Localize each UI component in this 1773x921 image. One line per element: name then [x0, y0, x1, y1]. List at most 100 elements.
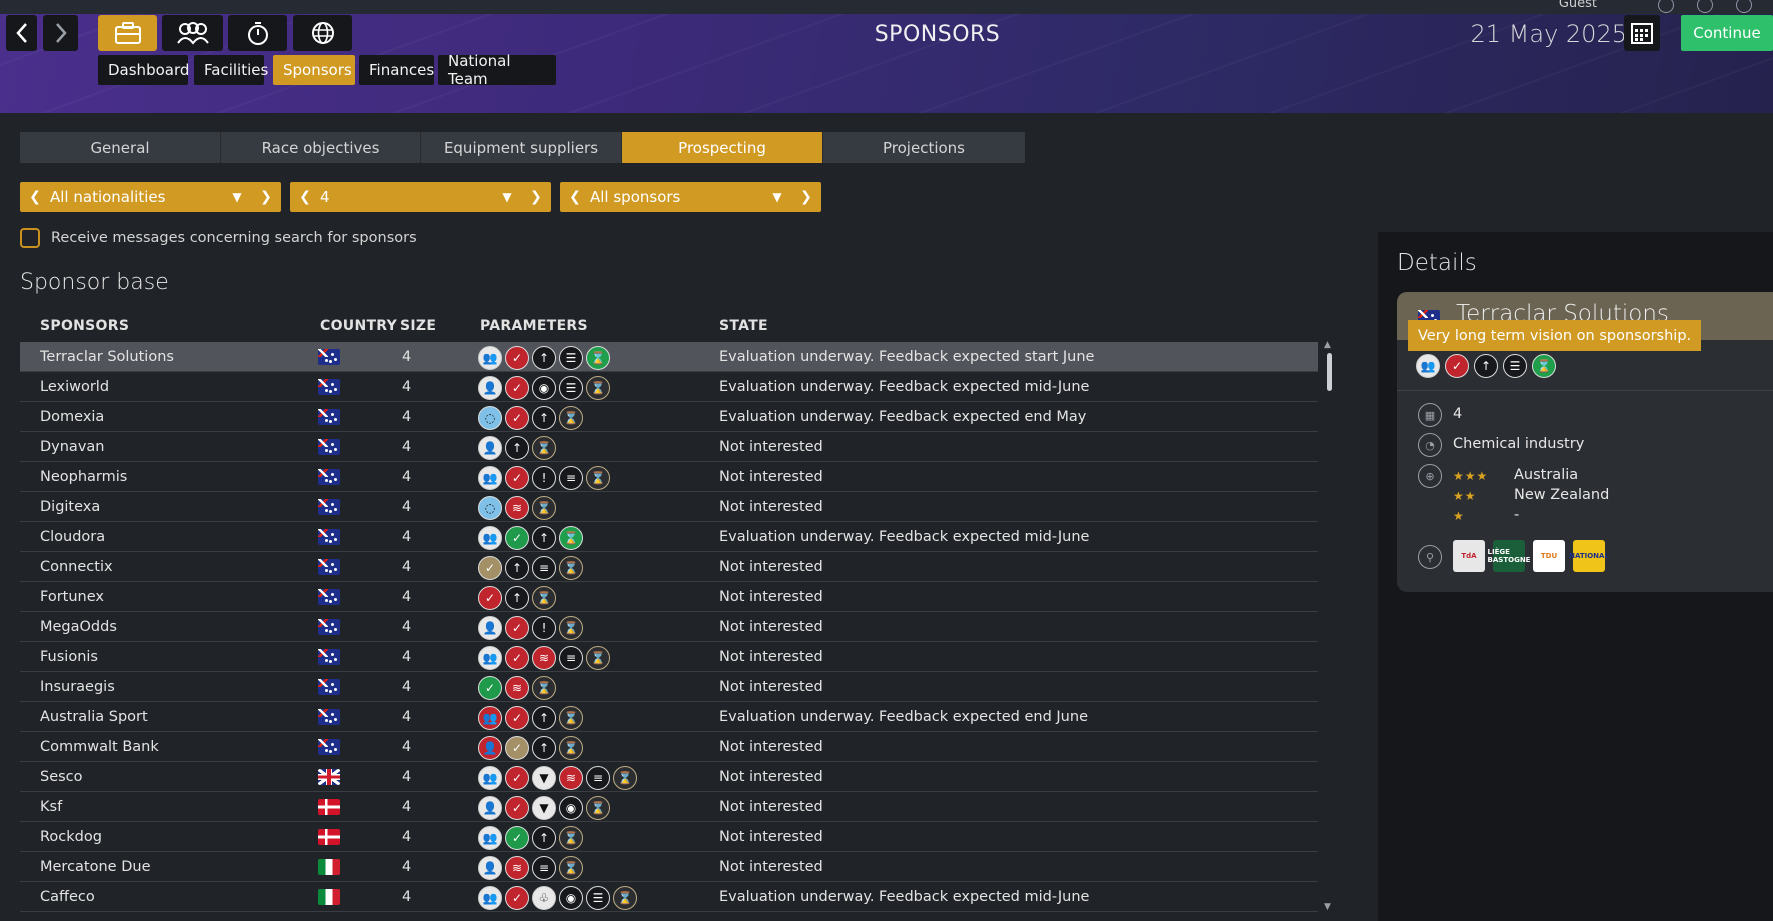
- alert-icon[interactable]: !: [532, 466, 556, 490]
- riders-group-icon[interactable]: 👥: [1416, 354, 1440, 378]
- sponsors-filter[interactable]: ❮ All sponsors ▼ ❯: [560, 182, 821, 212]
- hourglass-icon[interactable]: ⌛: [559, 616, 583, 640]
- table-row[interactable]: Fusionis 4 👥 ✓ ≋ ≡ ⌛ Not interested: [20, 642, 1318, 672]
- chevron-right-icon[interactable]: ❯: [521, 189, 551, 205]
- hourglass-icon[interactable]: ⌛: [613, 886, 637, 910]
- subnav-sponsors[interactable]: Sponsors: [273, 55, 355, 85]
- column-sponsors[interactable]: SPONSORS: [40, 318, 129, 334]
- performance-icon[interactable]: ✓: [505, 736, 529, 760]
- options-icon[interactable]: [1697, 0, 1713, 13]
- alert-icon[interactable]: !: [532, 616, 556, 640]
- ambition-icon[interactable]: ↑: [532, 736, 556, 760]
- performance-icon[interactable]: ✓: [505, 796, 529, 820]
- chevron-down-icon[interactable]: ▼: [493, 190, 521, 204]
- table-row[interactable]: Lexiworld 4 👤 ✓ ◉ ☰ ⌛ Evaluation underway. Feed…: [20, 372, 1318, 402]
- receive-messages-option[interactable]: Receive messages concerning search for s…: [20, 228, 417, 248]
- rider-icon[interactable]: 👤: [478, 376, 502, 400]
- nationality-filter[interactable]: ❮ All nationalities ▼ ❯: [20, 182, 281, 212]
- contract-icon[interactable]: ☰: [1503, 354, 1527, 378]
- ambition-icon[interactable]: ↑: [505, 556, 529, 580]
- hourglass-icon[interactable]: ⌛: [559, 526, 583, 550]
- table-row[interactable]: Rockdog 4 👥 ✓ ↑ ⌛ Not interested: [20, 822, 1318, 852]
- chevron-left-icon[interactable]: ❮: [560, 189, 590, 205]
- tab-race-objectives[interactable]: Race objectives: [221, 132, 421, 163]
- contract-icon[interactable]: ☰: [586, 886, 610, 910]
- ambition-icon[interactable]: ↑: [532, 406, 556, 430]
- hourglass-icon[interactable]: ⌛: [559, 556, 583, 580]
- performance-icon[interactable]: ✓: [505, 886, 529, 910]
- rider-icon[interactable]: 👤: [478, 736, 502, 760]
- ambition-icon[interactable]: ↑: [505, 586, 529, 610]
- table-row[interactable]: MegaOdds 4 👤 ✓! ⌛ Not interested: [20, 612, 1318, 642]
- ambition-icon[interactable]: ↑: [1474, 354, 1498, 378]
- performance-icon[interactable]: ✓: [505, 526, 529, 550]
- rider-icon[interactable]: 👤: [478, 796, 502, 820]
- ambition-icon[interactable]: ↑: [505, 436, 529, 460]
- hourglass-icon[interactable]: ⌛: [532, 496, 556, 520]
- speed-icon[interactable]: ≋: [505, 856, 529, 880]
- guest-label[interactable]: Guest: [1559, 0, 1597, 11]
- jersey-icon[interactable]: ▼: [532, 766, 556, 790]
- document-icon[interactable]: ≡: [586, 766, 610, 790]
- riders-group-icon[interactable]: 👥: [478, 706, 502, 730]
- size-filter[interactable]: ❮ 4 ▼ ❯: [290, 182, 551, 212]
- hourglass-icon[interactable]: ⌛: [586, 466, 610, 490]
- ambition-icon[interactable]: ↑: [532, 346, 556, 370]
- subnav-facilities[interactable]: Facilities: [194, 55, 268, 85]
- tab-general[interactable]: General: [20, 132, 221, 163]
- riders-group-icon[interactable]: 👥: [478, 766, 502, 790]
- table-row[interactable]: Cloudora 4 👥 ✓ ↑ ⌛ Evaluation underway. Feedba…: [20, 522, 1318, 552]
- endurance-icon[interactable]: ♧: [532, 886, 556, 910]
- chevron-left-icon[interactable]: ❮: [20, 189, 50, 205]
- momentum-icon[interactable]: ◉: [559, 886, 583, 910]
- performance-icon[interactable]: ✓: [505, 406, 529, 430]
- table-row[interactable]: Ksf 4 👤 ✓ ▼ ◉ ⌛ Not interested: [20, 792, 1318, 822]
- performance-icon[interactable]: ✓: [505, 466, 529, 490]
- hourglass-icon[interactable]: ⌛: [1532, 354, 1556, 378]
- jersey-icon[interactable]: ▼: [532, 796, 556, 820]
- hourglass-icon[interactable]: ⌛: [532, 676, 556, 700]
- document-icon[interactable]: ≡: [559, 466, 583, 490]
- hourglass-icon[interactable]: ⌛: [559, 406, 583, 430]
- performance-icon[interactable]: ✓: [478, 586, 502, 610]
- hourglass-icon[interactable]: ⌛: [559, 856, 583, 880]
- document-icon[interactable]: ≡: [532, 556, 556, 580]
- subnav-national-team[interactable]: National Team: [438, 52, 556, 88]
- column-parameters[interactable]: PARAMETERS: [480, 318, 588, 334]
- performance-icon[interactable]: ✓: [1445, 354, 1469, 378]
- performance-icon[interactable]: ✓: [478, 676, 502, 700]
- performance-icon[interactable]: ✓: [505, 646, 529, 670]
- table-row[interactable]: Dynavan 4 👤 ↑ ⌛ Not interested: [20, 432, 1318, 462]
- ambition-icon[interactable]: ↑: [532, 526, 556, 550]
- hourglass-icon[interactable]: ⌛: [586, 646, 610, 670]
- table-scrollbar-thumb[interactable]: [1327, 353, 1332, 391]
- table-row[interactable]: Insuraegis 4 ✓ ≋ ⌛ Not interested: [20, 672, 1318, 702]
- ambition-icon[interactable]: ↑: [532, 826, 556, 850]
- ambition-icon[interactable]: ↑: [532, 706, 556, 730]
- speed-icon[interactable]: ≋: [559, 766, 583, 790]
- hourglass-icon[interactable]: ⌛: [586, 346, 610, 370]
- chevron-left-icon[interactable]: ❮: [290, 189, 320, 205]
- performance-icon[interactable]: ✓: [505, 376, 529, 400]
- table-row[interactable]: Commwalt Bank 4 👤 ✓ ↑ ⌛ Not interested: [20, 732, 1318, 762]
- race-logo[interactable]: TdA: [1453, 540, 1485, 572]
- performance-icon[interactable]: ✓: [505, 826, 529, 850]
- continue-button[interactable]: Continue: [1681, 15, 1773, 51]
- table-row[interactable]: Terraclar Solutions 4 👥 ✓ ↑ ☰ ⌛ Evaluation unde…: [20, 342, 1318, 372]
- chevron-down-icon[interactable]: ▼: [763, 190, 791, 204]
- hourglass-icon[interactable]: ⌛: [586, 796, 610, 820]
- table-row[interactable]: Mercatone Due 4 👤 ≋ ≡ ⌛ Not interested: [20, 852, 1318, 882]
- performance-icon[interactable]: ✓: [505, 616, 529, 640]
- hourglass-icon[interactable]: ⌛: [613, 766, 637, 790]
- scroll-up-icon[interactable]: ▲: [1324, 340, 1331, 350]
- table-row[interactable]: Australia Sport 4 👥 ✓ ↑ ⌛ Evaluation underway.…: [20, 702, 1318, 732]
- speed-icon[interactable]: ≋: [532, 646, 556, 670]
- hourglass-icon[interactable]: ⌛: [532, 436, 556, 460]
- performance-icon[interactable]: ✓: [478, 556, 502, 580]
- contract-icon[interactable]: ☰: [559, 376, 583, 400]
- column-country[interactable]: COUNTRY: [320, 318, 397, 334]
- hourglass-icon[interactable]: ⌛: [586, 376, 610, 400]
- tab-projections[interactable]: Projections: [823, 132, 1025, 163]
- table-row[interactable]: Connectix 4 ✓ ↑ ≡ ⌛ Not interested: [20, 552, 1318, 582]
- performance-icon[interactable]: ✓: [505, 766, 529, 790]
